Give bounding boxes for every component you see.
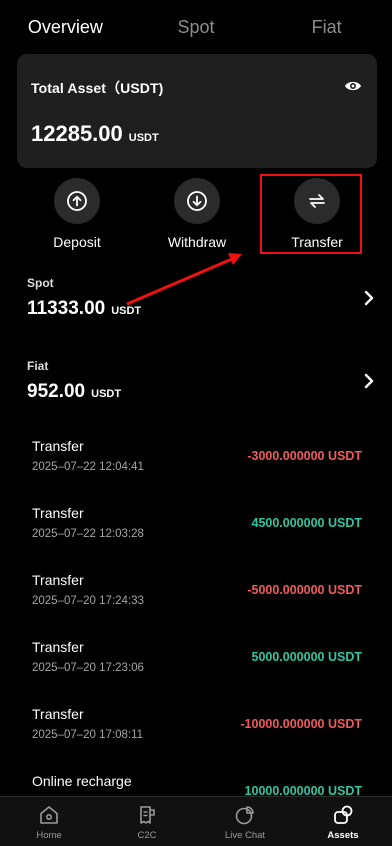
nav-live-chat[interactable]: Live Chat — [196, 797, 294, 846]
arrow-down-circle-icon — [174, 178, 220, 224]
record-type: Online recharge — [32, 773, 132, 789]
account-spot-name: Spot — [27, 276, 54, 290]
total-asset-amount: 12285.00 USDT — [31, 121, 159, 147]
list-item[interactable]: Transfer 2025–07–20 17:23:06 5000.000000… — [0, 639, 392, 689]
record-amount: 4500.000000 USDT — [251, 516, 363, 530]
record-amount: -3000.000000 USDT — [247, 449, 362, 463]
eye-icon[interactable] — [343, 76, 363, 96]
chevron-right-icon[interactable] — [362, 373, 376, 389]
record-time: 2025–07–20 17:08:11 — [32, 729, 144, 741]
account-fiat-amount: 952.00 USDT — [27, 381, 121, 403]
record-type: Transfer — [32, 572, 84, 588]
account-spot-value: 11333.00 — [27, 298, 106, 319]
withdraw-button[interactable]: Withdraw — [142, 178, 252, 250]
chat-icon — [233, 803, 257, 827]
record-type: Transfer — [32, 706, 84, 722]
chevron-right-icon[interactable] — [362, 290, 376, 306]
transfer-highlight-box — [260, 174, 362, 254]
account-fiat-value: 952.00 — [27, 381, 86, 402]
top-tabs: Overview Spot Fiat — [0, 0, 392, 54]
nav-live-chat-label: Live Chat — [224, 829, 266, 841]
c2c-icon — [135, 803, 159, 827]
assets-icon — [331, 803, 355, 827]
tab-overview[interactable]: Overview — [0, 0, 131, 54]
account-spot[interactable]: Spot 11333.00 USDT — [0, 276, 392, 348]
record-time: 2025–07–20 17:24:33 — [32, 595, 144, 607]
record-type: Transfer — [32, 639, 84, 655]
deposit-label: Deposit — [53, 234, 101, 250]
withdraw-label: Withdraw — [167, 234, 227, 250]
arrow-up-circle-icon — [54, 178, 100, 224]
record-amount: 5000.000000 USDT — [251, 650, 363, 664]
account-fiat-name: Fiat — [27, 359, 49, 373]
nav-assets[interactable]: Assets — [294, 797, 392, 846]
list-item[interactable]: Transfer 2025–07–20 17:08:11 -10000.0000… — [0, 706, 392, 756]
total-asset-title: Total Asset（USDT) — [31, 80, 164, 96]
nav-home[interactable]: Home — [0, 797, 98, 846]
total-asset-card: Total Asset（USDT) 12285.00 USDT — [17, 54, 377, 168]
record-amount: -10000.000000 USDT — [240, 717, 362, 731]
list-item[interactable]: Transfer 2025–07–22 12:04:41 -3000.00000… — [0, 438, 392, 488]
nav-c2c[interactable]: C2C — [98, 797, 196, 846]
record-amount: -5000.000000 USDT — [247, 583, 362, 597]
tab-fiat[interactable]: Fiat — [261, 0, 392, 54]
account-spot-unit: USDT — [111, 305, 142, 317]
record-time: 2025–07–22 12:04:41 — [32, 461, 144, 473]
account-fiat-unit: USDT — [91, 388, 122, 400]
deposit-button[interactable]: Deposit — [22, 178, 132, 250]
list-item[interactable]: Transfer 2025–07–22 12:03:28 4500.000000… — [0, 505, 392, 555]
nav-assets-label: Assets — [327, 829, 359, 841]
total-asset-unit: USDT — [128, 132, 159, 144]
tab-spot[interactable]: Spot — [131, 0, 262, 54]
account-spot-amount: 11333.00 USDT — [27, 298, 141, 320]
total-asset-value: 12285.00 — [31, 121, 123, 146]
record-type: Transfer — [32, 505, 84, 521]
bottom-nav: Home C2C Live Chat Assets — [0, 796, 392, 846]
home-icon — [37, 803, 61, 827]
nav-c2c-label: C2C — [137, 829, 157, 841]
list-item[interactable]: Transfer 2025–07–20 17:24:33 -5000.00000… — [0, 572, 392, 622]
record-time: 2025–07–20 17:23:06 — [32, 662, 144, 674]
nav-home-label: Home — [36, 829, 62, 841]
record-time: 2025–07–22 12:03:28 — [32, 528, 144, 540]
account-fiat[interactable]: Fiat 952.00 USDT — [0, 359, 392, 431]
record-type: Transfer — [32, 438, 84, 454]
